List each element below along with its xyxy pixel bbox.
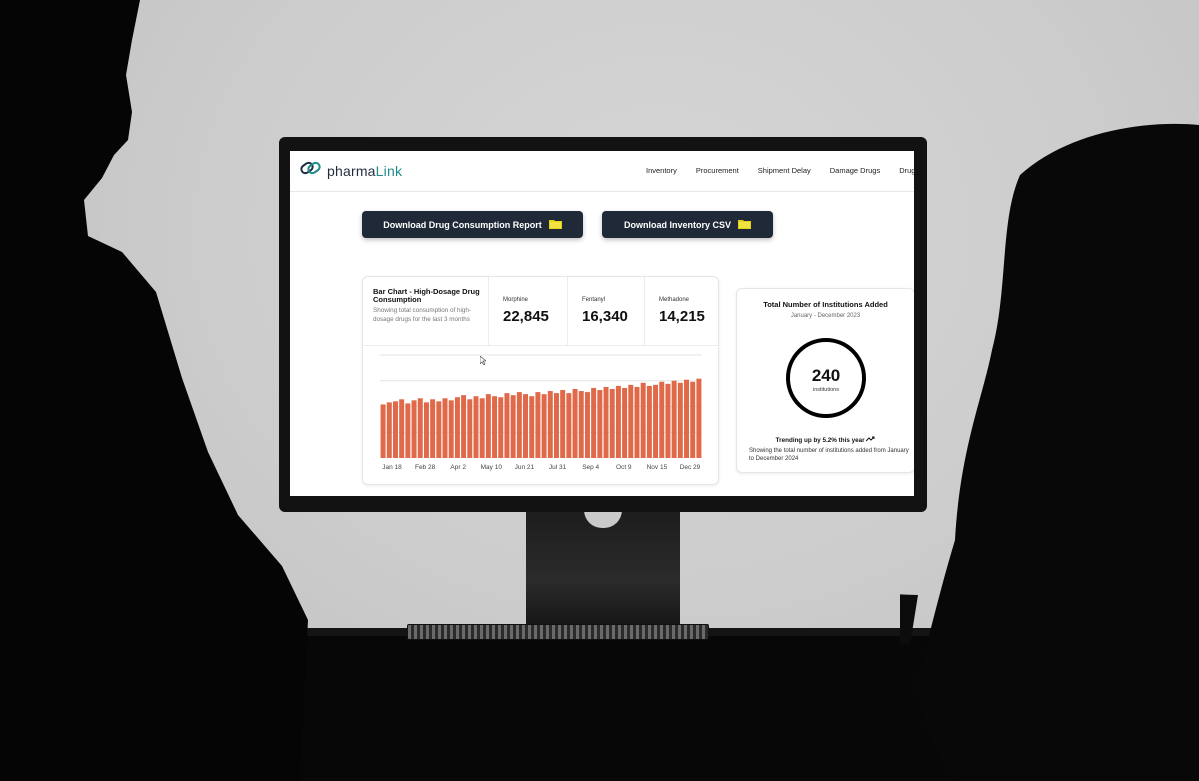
x-tick-label: Sep 4 <box>582 464 599 471</box>
chart-bar[interactable] <box>448 400 454 458</box>
chart-bar[interactable] <box>665 383 671 458</box>
stat-methadone[interactable]: Methadone 14,215 <box>644 277 719 345</box>
chart-bar[interactable] <box>442 398 448 458</box>
stat-label: Fentanyl <box>582 297 606 303</box>
stat-value: 16,340 <box>582 308 628 325</box>
stat-fentanyl[interactable]: Fentanyl 16,340 <box>567 277 644 345</box>
chart-bar[interactable] <box>609 388 615 458</box>
chart-bar[interactable] <box>498 397 504 458</box>
chart-bar[interactable] <box>436 401 442 458</box>
x-tick-label: Jul 31 <box>549 464 567 471</box>
chart-bar[interactable] <box>597 390 603 458</box>
chart-bar[interactable] <box>690 381 696 458</box>
chart-bar[interactable] <box>591 387 597 458</box>
mouse-cursor-icon <box>480 356 486 365</box>
chart-bar[interactable] <box>615 385 621 458</box>
institutions-ring: 240 institutions <box>786 338 866 418</box>
x-tick-label: Apr 2 <box>450 464 466 471</box>
chart-bar[interactable] <box>566 393 572 458</box>
trend-text: Trending up by 5.2% this year <box>775 437 865 444</box>
institutions-title: Total Number of Institutions Added <box>763 300 888 309</box>
stat-morphine[interactable]: Morphine 22,845 <box>488 277 567 345</box>
institutions-card: Total Number of Institutions Added Janua… <box>736 288 914 473</box>
chart-bar[interactable] <box>535 392 541 458</box>
chart-bar[interactable] <box>467 399 473 458</box>
chart-bar[interactable] <box>492 396 498 458</box>
x-tick-label: Dec 29 <box>680 464 701 471</box>
chart-bar[interactable] <box>523 394 529 458</box>
chart-bar[interactable] <box>640 382 646 458</box>
chart-bar[interactable] <box>659 381 665 458</box>
folder-icon <box>548 218 562 231</box>
x-tick-label: Oct 9 <box>616 464 632 471</box>
nav-item-damage-drugs[interactable]: Damage Drugs <box>830 166 880 175</box>
chart-bar[interactable] <box>622 387 628 458</box>
institutions-count: 240 <box>811 366 841 385</box>
chart-bar[interactable] <box>553 393 559 458</box>
nav-item-procurement[interactable]: Procurement <box>696 166 739 175</box>
chart-bar[interactable] <box>634 386 640 458</box>
chart-bar[interactable] <box>454 397 460 458</box>
folder-icon <box>738 218 751 231</box>
chart-bar[interactable] <box>560 390 566 458</box>
chart-bar[interactable] <box>584 392 590 458</box>
keyboard <box>407 624 709 640</box>
x-tick-label: Nov 15 <box>647 464 668 471</box>
stat-label: Morphine <box>503 297 529 303</box>
chart-bar[interactable] <box>696 378 702 458</box>
chart-bar[interactable] <box>646 385 652 458</box>
person-silhouette-right <box>900 123 1199 781</box>
chart-bar[interactable] <box>547 391 553 458</box>
chart-bar[interactable] <box>671 380 677 458</box>
institutions-period: January - December 2023 <box>790 313 861 319</box>
chart-bar[interactable] <box>461 395 467 458</box>
chart-bar[interactable] <box>430 399 436 458</box>
chart-bar[interactable] <box>529 396 535 458</box>
chart-bar[interactable] <box>479 398 485 458</box>
nav-item-inventory[interactable]: Inventory <box>646 166 677 175</box>
chart-bar[interactable] <box>677 382 683 458</box>
institutions-description: Showing the total number of institutions… <box>749 448 909 462</box>
chart-bar[interactable] <box>485 394 491 458</box>
chart-bar[interactable] <box>541 394 547 458</box>
chart-bar[interactable] <box>516 392 522 458</box>
chart-bar[interactable] <box>578 391 584 458</box>
trend-line: Trending up by 5.2% this year <box>737 436 914 444</box>
stat-label: Methadone <box>659 297 690 303</box>
nav-item-shipment-delay[interactable]: Shipment Delay <box>758 166 811 175</box>
chart-bar[interactable] <box>504 393 510 458</box>
chart-bar[interactable] <box>510 395 516 458</box>
x-tick-label: Jun 21 <box>515 464 535 471</box>
institutions-count-label: institutions <box>813 387 839 393</box>
stat-value: 22,845 <box>503 308 549 325</box>
nav-links: Inventory Procurement Shipment Delay Dam… <box>646 166 914 175</box>
download-inventory-csv-button[interactable]: Download Inventory CSV <box>602 211 773 238</box>
x-tick-label: May 10 <box>481 464 503 471</box>
chart-bar[interactable] <box>603 386 609 458</box>
chart-bar[interactable] <box>572 388 578 458</box>
person-silhouette-left <box>0 0 308 781</box>
stat-value: 14,215 <box>659 308 705 325</box>
chart-bar[interactable] <box>628 384 634 458</box>
chart-bar[interactable] <box>684 379 690 458</box>
trending-up-icon <box>865 436 875 444</box>
chart-bar[interactable] <box>423 402 429 458</box>
chart-bar[interactable] <box>473 396 479 458</box>
download-inventory-csv-label: Download Inventory CSV <box>623 219 731 230</box>
chart-bar[interactable] <box>653 384 659 458</box>
